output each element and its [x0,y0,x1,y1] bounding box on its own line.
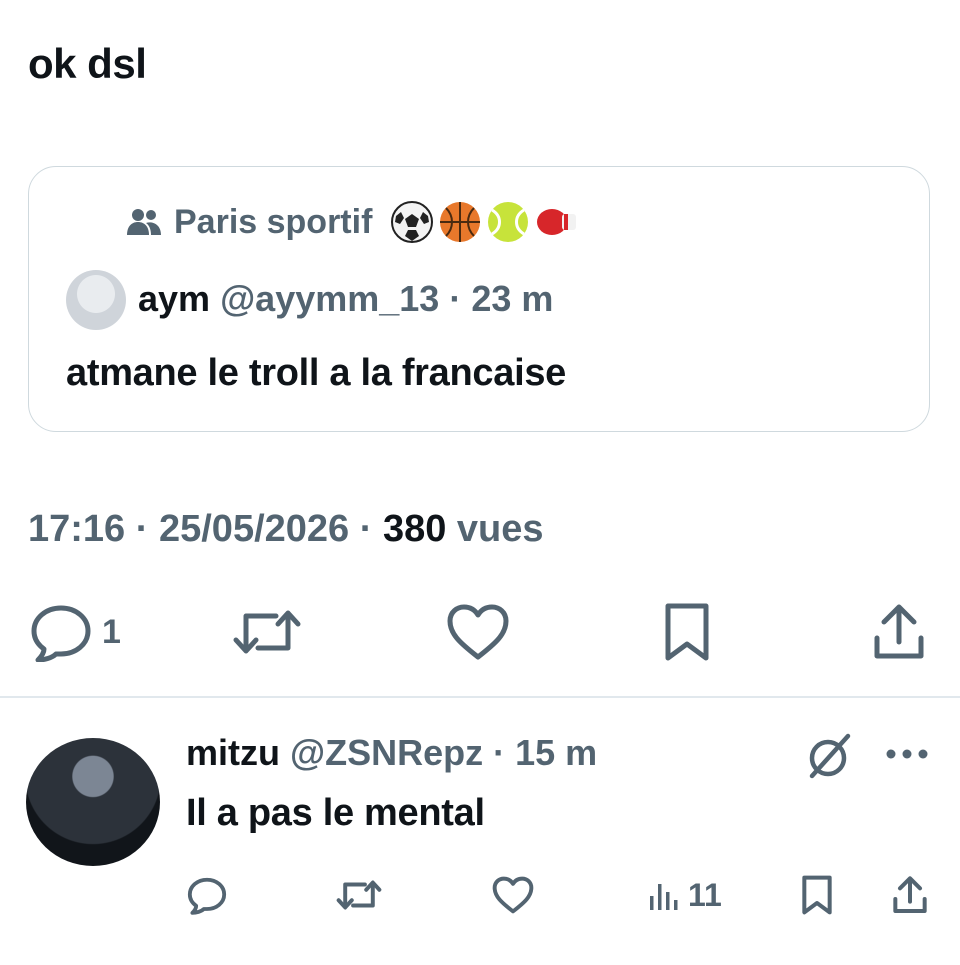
bookmark-icon [665,603,709,661]
separator-dot: · [439,278,472,319]
reply-views-count: 11 [688,876,722,913]
more-button[interactable] [884,746,930,767]
reply-retweet-button[interactable] [336,868,382,922]
like-icon [492,876,534,914]
separator-dot: · [483,732,516,773]
share-button[interactable] [872,600,926,664]
bookmark-icon [802,875,832,915]
reply-bookmark-button[interactable] [800,868,834,922]
retweet-icon [233,610,301,654]
share-icon [874,604,924,659]
separator-dot: · [125,508,159,550]
tweet-time: 17:16 [28,508,126,550]
reply-views-button[interactable]: 11 [648,868,722,922]
tweet-text: ok dsl [28,40,147,87]
retweet-button[interactable] [232,600,302,664]
views-label: vues [456,508,544,550]
boxing-glove-icon [537,209,577,235]
grok-button[interactable] [804,730,856,787]
tweet-meta: 17:16 · 25/05/2026 · 380 vues [28,508,544,551]
reply-author-avatar[interactable] [26,738,160,866]
like-icon [447,604,509,660]
views-count: 380 [382,508,447,550]
more-icon [886,749,928,759]
bookmark-button[interactable] [662,600,712,664]
tweet-date: 25/05/2026 [158,508,350,550]
community-label[interactable]: Paris sportif [124,200,578,244]
reply-author-name[interactable]: mitzu [186,732,280,773]
reply-icon [187,877,227,915]
reply-time: 15 m [515,732,598,773]
reply-reply-button[interactable] [186,868,228,922]
community-emojis [386,200,578,244]
quoted-author-name[interactable]: aym [138,278,210,319]
views-icon [650,884,678,910]
reply-author-line: mitzu @ZSNRepz · 15 m [186,732,597,774]
community-name: Paris sportif [174,202,373,241]
divider [0,696,960,698]
grok-icon [809,733,851,779]
reply-like-button[interactable] [492,868,534,922]
reply-count: 1 [102,612,121,651]
community-icon [124,205,164,239]
reply-author-handle[interactable]: @ZSNRepz [290,732,483,773]
quoted-tweet-text: atmane le troll a la francaise [66,352,567,394]
quoted-author-avatar[interactable] [66,270,126,330]
soccer-ball-icon [391,201,434,243]
reply-text: Il a pas le mental [186,792,485,834]
separator-dot: · [349,508,383,550]
quoted-author-line: aym @ayymm_13 · 23 m [138,278,553,320]
reply-icon [31,605,91,662]
basketball-icon [440,202,481,242]
share-icon [893,876,927,913]
reply-button[interactable]: 1 [28,600,121,664]
retweet-icon [336,880,382,910]
tennis-ball-icon [488,202,529,242]
quoted-author-handle[interactable]: @ayymm_13 [220,278,439,319]
quoted-tweet-time: 23 m [471,278,554,319]
reply-share-button[interactable] [892,868,928,922]
like-button[interactable] [446,600,510,664]
